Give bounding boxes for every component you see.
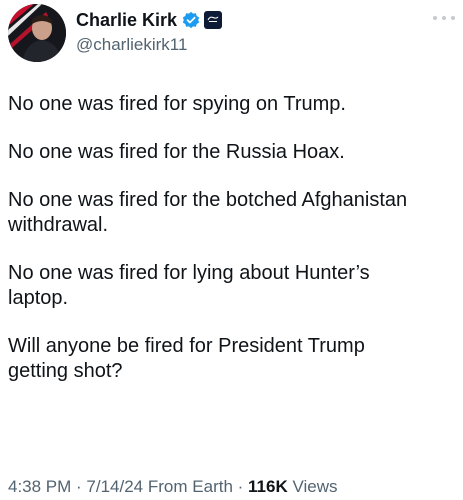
tweet-source: From Earth (147, 477, 233, 496)
views-label: Views (292, 477, 338, 496)
ellipsis-icon[interactable] (433, 12, 455, 24)
dot-icon (433, 16, 437, 20)
tweet-paragraph: No one was fired for the botched Afghani… (8, 189, 408, 236)
tweet-time[interactable]: 4:38 PM (8, 477, 71, 496)
dot-icon (442, 16, 446, 20)
avatar-image (8, 4, 66, 62)
tweet-card: Charlie Kirk @charliekirk11 No one was f… (0, 0, 463, 500)
tweet-text: No one was fired for spying on Trump. No… (8, 92, 455, 407)
tweet-paragraph: No one was fired for spying on Trump. (8, 93, 346, 115)
tweet-paragraph: No one was fired for the Russia Hoax. (8, 141, 345, 163)
author-block: Charlie Kirk @charliekirk11 (76, 8, 223, 55)
views-count[interactable]: 116K (248, 477, 288, 496)
tweet-meta: 4:38 PM · 7/14/24 From Earth · 116K View… (8, 477, 338, 497)
avatar[interactable] (8, 4, 66, 62)
verified-badge-icon (182, 11, 200, 29)
dot-icon (451, 16, 455, 20)
meta-separator: · (71, 477, 87, 496)
affiliate-badge-icon[interactable] (204, 11, 223, 29)
tweet-date[interactable]: 7/14/24 (86, 477, 143, 496)
tweet-paragraph: Will anyone be fired for President Trump… (8, 335, 365, 382)
author-handle[interactable]: @charliekirk11 (76, 35, 222, 55)
author-display-name[interactable]: Charlie Kirk (76, 10, 177, 31)
meta-separator: · (232, 477, 249, 496)
tweet-header: Charlie Kirk @charliekirk11 (8, 4, 455, 62)
tweet-paragraph: No one was fired for lying about Hunter’… (8, 262, 370, 309)
name-row: Charlie Kirk (76, 8, 223, 32)
